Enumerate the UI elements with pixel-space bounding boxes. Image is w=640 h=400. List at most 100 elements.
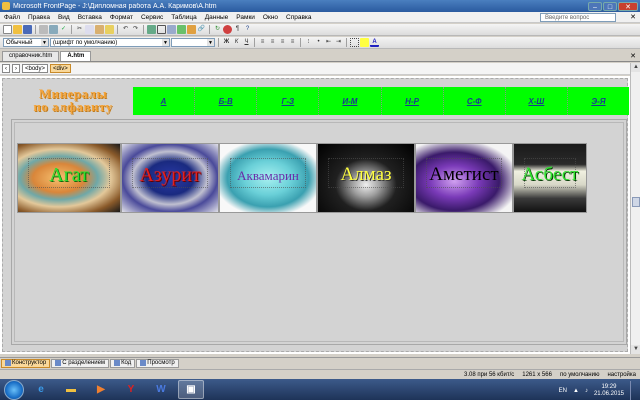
menu-window[interactable]: Окно bbox=[259, 14, 282, 21]
font-select[interactable]: (шрифт по умолчанию) ▼ bbox=[50, 38, 170, 47]
menu-file[interactable]: Файл bbox=[0, 14, 24, 21]
menu-data[interactable]: Данные bbox=[201, 14, 232, 21]
tag-body[interactable]: <body> bbox=[22, 64, 49, 73]
menu-tools[interactable]: Сервис bbox=[137, 14, 167, 21]
mineral-card-ametist[interactable]: Аметист bbox=[415, 143, 513, 213]
nav-link-i-m[interactable]: И-М bbox=[342, 97, 357, 106]
content-div[interactable]: Агат Азурит Аквамарин Алмаз Аметист Асбе… bbox=[14, 122, 624, 342]
decrease-indent-icon[interactable]: ⇤ bbox=[324, 38, 333, 47]
mineral-card-agat[interactable]: Агат bbox=[17, 143, 121, 213]
bulleted-list-icon[interactable]: • bbox=[314, 38, 323, 47]
cut-icon[interactable]: ✂ bbox=[75, 25, 84, 34]
align-right-icon[interactable]: ≡ bbox=[278, 38, 287, 47]
media-player-taskbar-icon[interactable]: ▶ bbox=[88, 380, 114, 399]
mineral-card-asbest[interactable]: Асбест bbox=[513, 143, 587, 213]
copy-icon[interactable] bbox=[85, 25, 94, 34]
paste-icon[interactable] bbox=[95, 25, 104, 34]
preview-icon[interactable] bbox=[49, 25, 58, 34]
underline-button[interactable]: Ч bbox=[242, 38, 251, 47]
menu-frames[interactable]: Рамки bbox=[232, 14, 259, 21]
maximize-button[interactable]: □ bbox=[603, 1, 617, 11]
word-taskbar-icon[interactable]: W bbox=[148, 380, 174, 399]
nav-link-g-z[interactable]: Г-З bbox=[281, 97, 294, 106]
close-button[interactable]: ✕ bbox=[618, 1, 638, 11]
frontpage-taskbar-icon[interactable]: ▣ bbox=[178, 380, 204, 399]
menu-table[interactable]: Таблица bbox=[167, 14, 201, 21]
font-color-icon[interactable]: A bbox=[370, 38, 379, 47]
mineral-card-almaz[interactable]: Алмаз bbox=[317, 143, 415, 213]
tab-design[interactable]: Конструктор bbox=[1, 358, 51, 368]
insert-picture-icon[interactable] bbox=[177, 25, 186, 34]
help-question-input[interactable]: Введите вопрос bbox=[540, 13, 616, 22]
refresh-icon[interactable]: ↻ bbox=[213, 25, 222, 34]
drawing-icon[interactable] bbox=[187, 25, 196, 34]
align-left-icon[interactable]: ≡ bbox=[258, 38, 267, 47]
mineral-card-akvamarin[interactable]: Аквамарин bbox=[219, 143, 317, 213]
stop-icon[interactable] bbox=[223, 25, 232, 34]
show-desktop-button[interactable] bbox=[630, 381, 636, 400]
tab-split[interactable]: С разделением bbox=[51, 358, 110, 368]
nav-link-h-sh[interactable]: Х-Ш bbox=[528, 97, 544, 106]
tab-code[interactable]: Код bbox=[110, 358, 136, 368]
clock[interactable]: 19:29 21.06.2015 bbox=[594, 384, 624, 398]
tag-div[interactable]: <div> bbox=[50, 64, 71, 73]
network-icon[interactable]: ▲ bbox=[573, 388, 579, 394]
print-icon[interactable] bbox=[39, 25, 48, 34]
insert-table-icon[interactable] bbox=[157, 25, 166, 34]
new-page-icon[interactable] bbox=[3, 25, 12, 34]
save-icon[interactable] bbox=[23, 25, 32, 34]
font-size-select[interactable]: ▼ bbox=[171, 38, 215, 47]
scroll-thumb[interactable] bbox=[632, 197, 640, 207]
volume-icon[interactable]: ♪ bbox=[585, 388, 588, 394]
yandex-taskbar-icon[interactable]: Y bbox=[118, 380, 144, 399]
vertical-scrollbar[interactable]: ▲ ▼ bbox=[630, 63, 640, 354]
undo-icon[interactable]: ↶ bbox=[121, 25, 130, 34]
highlight-icon[interactable] bbox=[360, 38, 369, 47]
web-component-icon[interactable] bbox=[147, 25, 156, 34]
increase-indent-icon[interactable]: ⇥ bbox=[334, 38, 343, 47]
show-all-icon[interactable]: ¶ bbox=[233, 25, 242, 34]
borders-icon[interactable] bbox=[350, 38, 359, 47]
scroll-down-icon[interactable]: ▼ bbox=[631, 345, 640, 354]
format-painter-icon[interactable] bbox=[105, 25, 114, 34]
nav-link-b-v[interactable]: Б-В bbox=[219, 97, 233, 106]
ie-taskbar-icon[interactable]: e bbox=[28, 380, 54, 399]
numbered-list-icon[interactable]: ⁝ bbox=[304, 38, 313, 47]
close-tab-icon[interactable]: ✕ bbox=[630, 52, 636, 60]
align-center-icon[interactable]: ≡ bbox=[268, 38, 277, 47]
tag-nav-left-icon[interactable]: ‹ bbox=[2, 64, 10, 73]
mineral-card-azurit[interactable]: Азурит bbox=[121, 143, 219, 213]
insert-layer-icon[interactable] bbox=[167, 25, 176, 34]
minimize-button[interactable]: – bbox=[588, 1, 602, 11]
document-close-icon[interactable]: ✕ bbox=[630, 13, 636, 21]
redo-icon[interactable]: ↷ bbox=[131, 25, 140, 34]
tab-preview[interactable]: Просмотр bbox=[136, 358, 179, 368]
spellcheck-icon[interactable]: ✓ bbox=[59, 25, 68, 34]
explorer-taskbar-icon[interactable]: ▬ bbox=[58, 380, 84, 399]
menu-help[interactable]: Справка bbox=[282, 14, 316, 21]
hyperlink-icon[interactable]: 🔗 bbox=[197, 25, 206, 34]
language-indicator[interactable]: EN bbox=[559, 388, 567, 394]
start-button[interactable] bbox=[4, 379, 24, 400]
open-icon[interactable] bbox=[13, 25, 22, 34]
tab-spravochnik[interactable]: справочник.htm bbox=[2, 51, 60, 61]
help-icon[interactable]: ? bbox=[243, 25, 252, 34]
nav-link-e-ya[interactable]: Э-Я bbox=[591, 97, 605, 106]
nav-link-n-r[interactable]: Н-Р bbox=[405, 97, 419, 106]
custom-mode[interactable]: настройка bbox=[607, 372, 636, 378]
tag-nav-right-icon[interactable]: › bbox=[12, 64, 20, 73]
menu-view[interactable]: Вид bbox=[54, 14, 74, 21]
justify-icon[interactable]: ≡ bbox=[288, 38, 297, 47]
design-canvas[interactable]: Минералы по алфавиту А Б-В Г-З И-М Н-Р С… bbox=[0, 76, 630, 354]
menu-edit[interactable]: Правка bbox=[24, 14, 54, 21]
style-select[interactable]: Обычный ▼ bbox=[3, 38, 49, 47]
menu-insert[interactable]: Вставка bbox=[74, 14, 106, 21]
nav-link-s-f[interactable]: С-Ф bbox=[467, 97, 482, 106]
scroll-up-icon[interactable]: ▲ bbox=[631, 63, 640, 72]
italic-button[interactable]: К bbox=[232, 38, 241, 47]
nav-link-a[interactable]: А bbox=[161, 97, 167, 106]
menu-format[interactable]: Формат bbox=[106, 14, 137, 21]
tab-a-htm[interactable]: A.htm bbox=[60, 51, 92, 61]
bold-button[interactable]: Ж bbox=[222, 38, 231, 47]
doc-mode[interactable]: по умолчанию bbox=[560, 372, 600, 378]
